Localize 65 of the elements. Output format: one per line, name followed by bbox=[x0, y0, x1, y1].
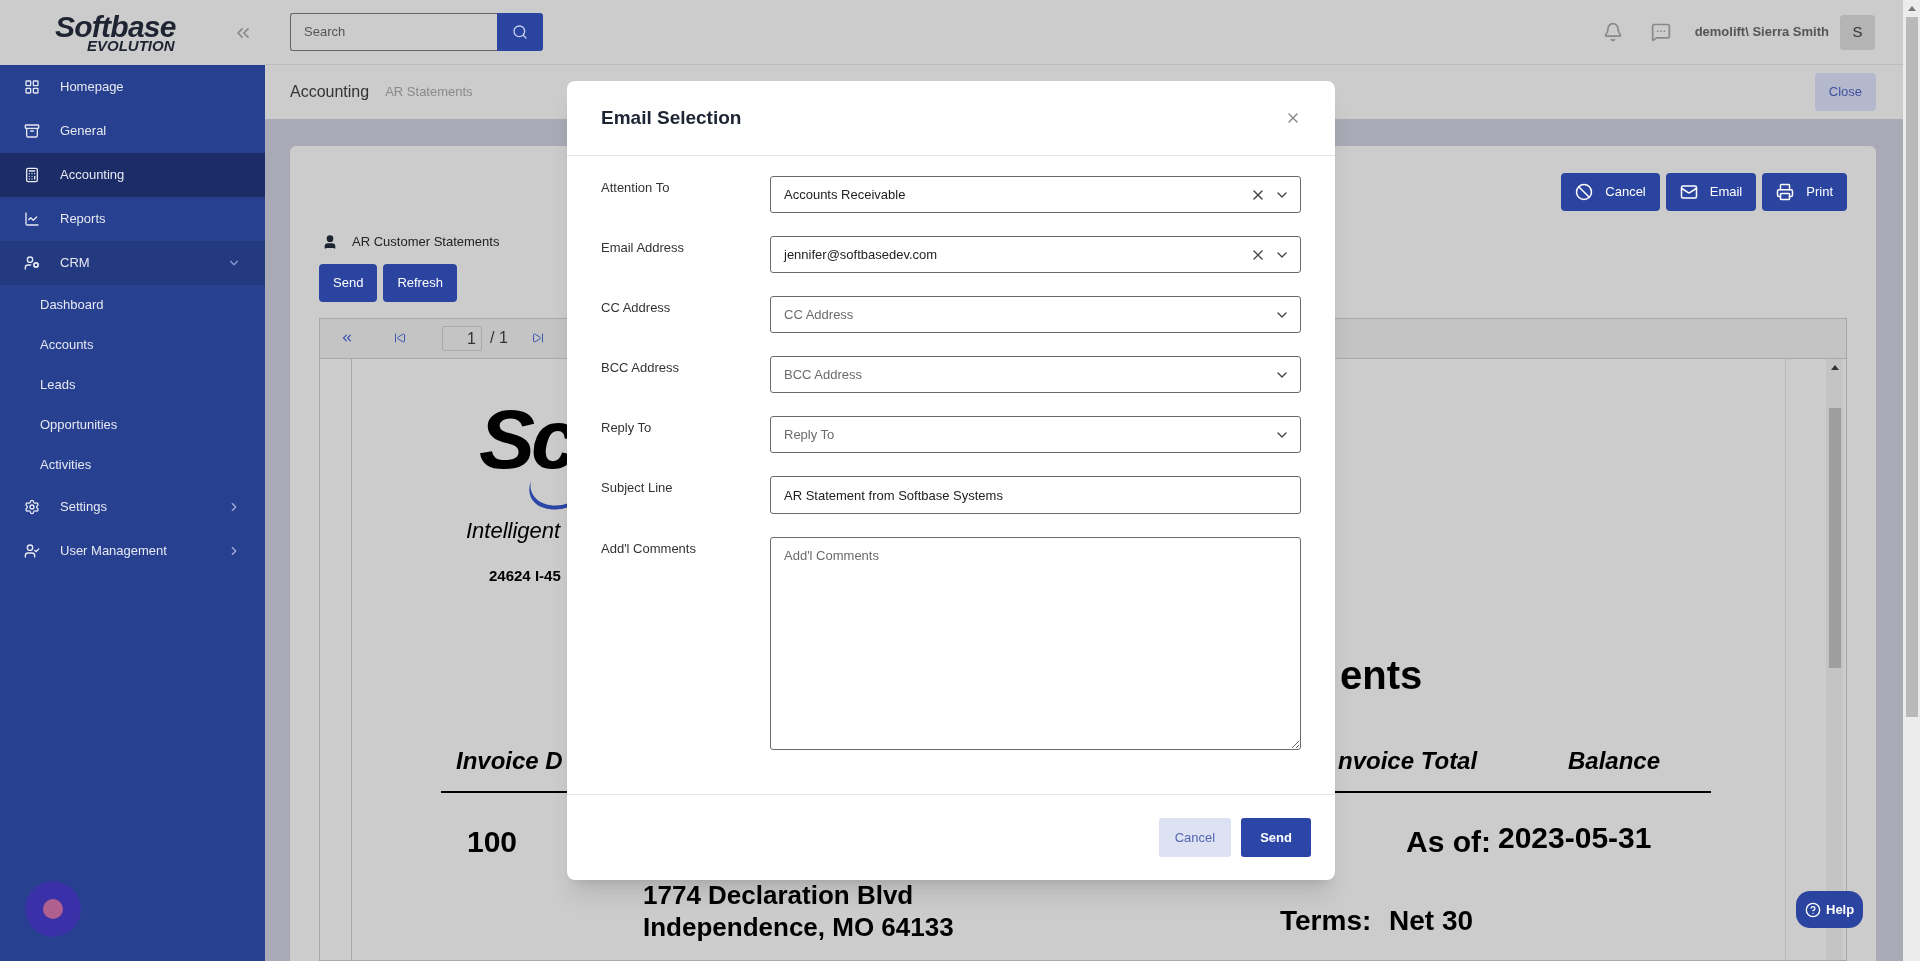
terms-label: Terms: bbox=[1280, 903, 1372, 938]
document-heading: ents bbox=[1340, 651, 1423, 699]
sidebar-label: Homepage bbox=[60, 78, 124, 97]
breadcrumb-item: AR Statements bbox=[385, 83, 473, 102]
as-of-label: As of: bbox=[1406, 823, 1491, 860]
field-label: CC Address bbox=[601, 299, 672, 317]
street-address: 1774 Declaration Blvd bbox=[643, 879, 914, 910]
action-button[interactable]: Cancel bbox=[1561, 173, 1660, 211]
breadcrumb-item[interactable]: Accounting bbox=[290, 80, 370, 104]
subject-field[interactable]: AR Statement from Softbase Systems bbox=[770, 476, 1301, 514]
city-address: Independence, MO 64133 bbox=[643, 911, 954, 942]
select-placeholder: BCC Address bbox=[784, 365, 863, 384]
column-heading: Balance bbox=[1568, 745, 1661, 776]
select-field[interactable]: Accounts Receivable bbox=[770, 176, 1301, 213]
comments-field[interactable]: Add'l Comments bbox=[770, 537, 1301, 750]
sidebar-subitem[interactable]: Leads bbox=[0, 365, 265, 405]
select-field[interactable]: CC Address bbox=[770, 296, 1301, 333]
field-label: BCC Address bbox=[601, 359, 681, 377]
select-value: Accounts Receivable bbox=[784, 185, 906, 204]
field-label: Email Address bbox=[601, 239, 686, 257]
sidebar-label: Reports bbox=[60, 210, 106, 229]
select-placeholder: CC Address bbox=[784, 305, 854, 324]
as-of-date: 2023-05-31 bbox=[1498, 819, 1652, 856]
document-tagline: Intelligent bbox=[466, 516, 561, 545]
action-button[interactable]: Email bbox=[1665, 173, 1757, 211]
search-field[interactable]: Search bbox=[290, 13, 497, 51]
field-label: Subject Line bbox=[601, 479, 674, 497]
account-number: 100 bbox=[467, 823, 518, 860]
field-label: Reply To bbox=[601, 419, 653, 437]
help-button[interactable]: Help bbox=[1796, 891, 1864, 928]
avatar[interactable]: S bbox=[1840, 14, 1875, 50]
cancel-button[interactable]: Cancel bbox=[1158, 818, 1232, 857]
sidebar-label: Accounting bbox=[60, 166, 125, 185]
close-button[interactable]: Close bbox=[1814, 73, 1876, 111]
sidebar-subitem[interactable]: Accounts bbox=[0, 325, 265, 365]
column-heading: Invoice D bbox=[456, 745, 563, 776]
sidebar-label: General bbox=[60, 122, 107, 141]
field-label: Attention To bbox=[601, 179, 671, 197]
select-placeholder: Reply To bbox=[784, 425, 835, 444]
select-field[interactable]: jennifer@softbasedev.com bbox=[770, 236, 1301, 273]
column-heading: nvoice Total bbox=[1338, 745, 1478, 776]
sidebar-subitem[interactable]: Opportunities bbox=[0, 405, 265, 445]
dialog-title: Email Selection bbox=[601, 105, 742, 130]
sidebar-subitem[interactable]: Activities bbox=[0, 445, 265, 485]
document-address: 24624 I-45 bbox=[489, 565, 561, 586]
sidebar-item[interactable]: CRM bbox=[0, 241, 265, 285]
page-field[interactable]: 1 bbox=[442, 325, 482, 351]
sidebar-label: Settings bbox=[60, 498, 107, 517]
report-button[interactable]: Send bbox=[319, 263, 378, 302]
sidebar-label: User Management bbox=[60, 542, 167, 561]
terms-value: Net 30 bbox=[1389, 903, 1474, 938]
sidebar-subitem[interactable]: Dashboard bbox=[0, 285, 265, 325]
user-name[interactable]: demolift\ Sierra Smith bbox=[1694, 22, 1829, 42]
field-label: Add'l Comments bbox=[601, 540, 697, 558]
report-title: AR Customer Statements bbox=[352, 233, 500, 251]
page-total: / 1 bbox=[490, 328, 508, 348]
report-button[interactable]: Refresh bbox=[383, 263, 457, 302]
sidebar-item[interactable]: Accounting bbox=[0, 153, 265, 197]
select-value: jennifer@softbasedev.com bbox=[784, 245, 938, 264]
sidebar-label: CRM bbox=[60, 254, 90, 273]
logo: Softbase EVOLUTION bbox=[55, 12, 176, 53]
select-field[interactable]: BCC Address bbox=[770, 356, 1301, 393]
send-button[interactable]: Send bbox=[1241, 818, 1311, 857]
action-button[interactable]: Print bbox=[1762, 173, 1847, 211]
select-field[interactable]: Reply To bbox=[770, 416, 1301, 453]
